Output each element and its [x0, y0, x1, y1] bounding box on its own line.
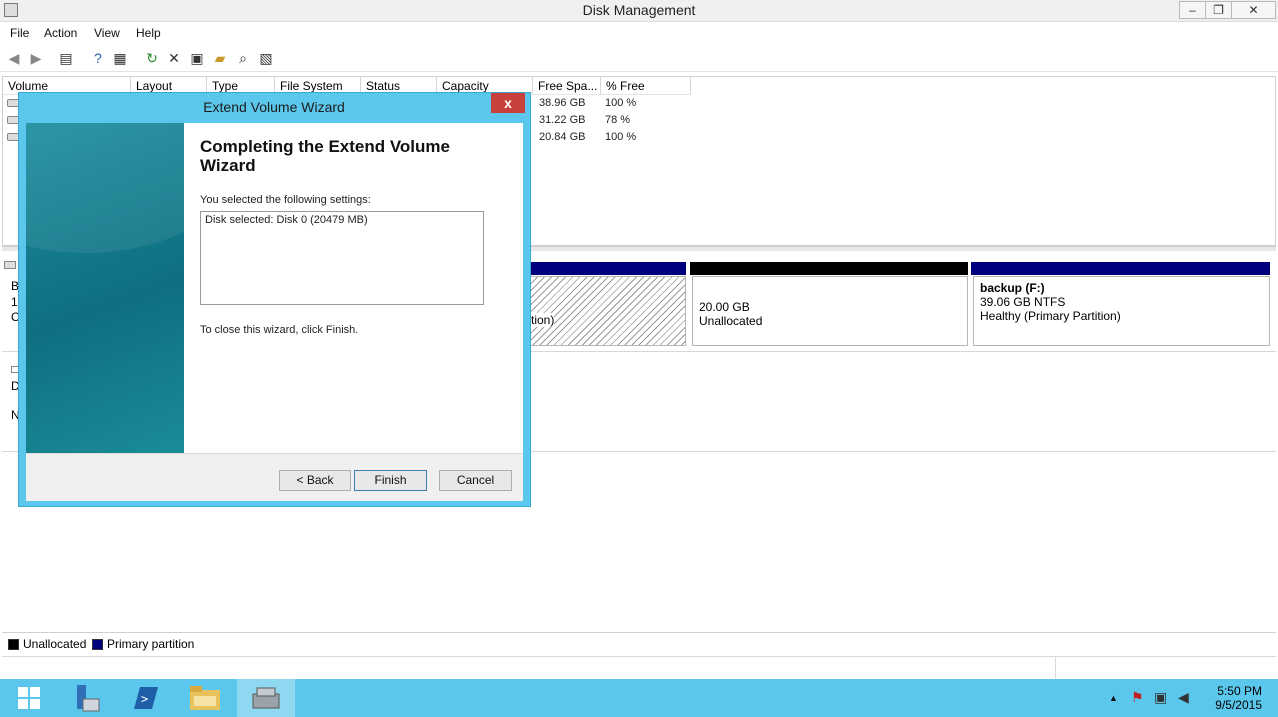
legend-primary-partition: Primary partition: [107, 637, 195, 651]
menu-action[interactable]: Action: [44, 26, 77, 40]
delete-icon[interactable]: ✕: [164, 48, 184, 68]
disk-management-taskbar-icon[interactable]: [237, 679, 295, 717]
extend-volume-wizard-dialog: Extend Volume Wizard x Completing the Ex…: [18, 92, 531, 507]
free-space-cell: 38.96 GB: [539, 97, 586, 109]
action-center-flag-icon[interactable]: ⚑: [1131, 689, 1144, 706]
column-header-percent-free[interactable]: % Free: [601, 77, 691, 95]
column-header-free-space[interactable]: Free Spa...: [533, 77, 601, 95]
percent-free-cell: 100 %: [605, 131, 637, 143]
banner-decoration: [26, 123, 184, 253]
backup-partition-status: Healthy (Primary Partition): [980, 309, 1121, 323]
partition-header-primary: [530, 262, 686, 275]
start-button[interactable]: [0, 679, 58, 717]
taskbar: > ▲ ⚑ ▣ ◀ 5:50 PM 9/5/2015: [0, 679, 1278, 717]
system-partition-selected[interactable]: tion): [530, 276, 686, 346]
clock[interactable]: 5:50 PM 9/5/2015: [1196, 684, 1262, 712]
open-folder-icon[interactable]: ▰: [210, 48, 230, 68]
unallocated-size: 20.00 GB: [699, 300, 750, 314]
menu-view[interactable]: View: [94, 26, 120, 40]
backup-partition[interactable]: backup (F:) 39.06 GB NTFS Healthy (Prima…: [973, 276, 1270, 346]
server-manager-icon[interactable]: [58, 679, 116, 717]
windows-logo-icon: [18, 687, 40, 709]
unallocated-swatch: [8, 639, 19, 650]
wizard-side-banner: [26, 123, 184, 453]
show-hidden-icons-icon[interactable]: ▲: [1109, 693, 1118, 703]
wizard-heading: Completing the Extend Volume Wizard: [200, 137, 450, 175]
percent-free-cell: 78 %: [605, 114, 631, 126]
disk-properties-icon[interactable]: ▣: [187, 48, 207, 68]
cancel-button[interactable]: Cancel: [439, 470, 512, 491]
restore-button[interactable]: ❐: [1205, 1, 1232, 19]
close-instruction: To close this wizard, click Finish.: [200, 324, 359, 336]
dialog-title: Extend Volume Wizard: [203, 99, 345, 115]
legend-unallocated: Unallocated: [23, 637, 87, 651]
primary-partition-swatch: [92, 639, 103, 650]
toolbar: ◀ ▶ ▤ ? ▦ ↻ ✕ ▣ ▰ ⌕ ▧: [0, 44, 1278, 72]
menu-file[interactable]: File: [10, 26, 29, 40]
file-explorer-icon[interactable]: [176, 679, 234, 717]
close-button[interactable]: ✕: [1231, 1, 1276, 19]
legend: Unallocated Primary partition: [2, 632, 1276, 654]
settings-summary-box[interactable]: Disk selected: Disk 0 (20479 MB): [200, 211, 484, 305]
window-title: Disk Management: [582, 2, 696, 18]
clock-date: 9/5/2015: [1215, 698, 1262, 712]
forward-arrow-icon[interactable]: ▶: [26, 48, 46, 68]
properties-icon[interactable]: ▦: [110, 48, 130, 68]
disk0-size: 1: [11, 295, 18, 309]
partition-header-unallocated: [690, 262, 968, 275]
rescan-icon[interactable]: ▧: [256, 48, 276, 68]
explore-icon[interactable]: ⌕: [233, 48, 253, 68]
minimize-button[interactable]: –: [1179, 1, 1206, 19]
finish-button[interactable]: Finish: [354, 470, 427, 491]
percent-free-cell: 100 %: [605, 97, 637, 109]
back-button[interactable]: < Back: [279, 470, 351, 491]
menu-bar: File Action View Help: [0, 22, 1278, 44]
disk-icon: [4, 261, 16, 269]
volume-muted-icon[interactable]: ◀: [1178, 689, 1189, 706]
settings-summary-text: Disk selected: Disk 0 (20479 MB): [205, 214, 368, 226]
backup-partition-size: 39.06 GB NTFS: [980, 295, 1066, 309]
dialog-close-button[interactable]: x: [491, 93, 525, 113]
status-bar: [2, 656, 1276, 679]
partition-status-text: tion): [531, 313, 555, 327]
powershell-icon[interactable]: >: [116, 679, 174, 717]
settings-label: You selected the following settings:: [200, 194, 371, 206]
svg-text:>: >: [141, 692, 148, 706]
menu-help[interactable]: Help: [136, 26, 161, 40]
back-arrow-icon[interactable]: ◀: [4, 48, 24, 68]
unallocated-partition[interactable]: 20.00 GB Unallocated: [692, 276, 968, 346]
window-title-bar: Disk Management – ❐ ✕: [0, 0, 1278, 22]
backup-partition-name: backup (F:): [980, 281, 1045, 295]
dialog-body: Completing the Extend Volume Wizard You …: [26, 123, 523, 453]
free-space-cell: 31.22 GB: [539, 114, 586, 126]
network-icon[interactable]: ▣: [1154, 689, 1167, 706]
partition-header-primary: [971, 262, 1270, 275]
dialog-footer: < Back Finish Cancel: [26, 453, 523, 501]
refresh-icon[interactable]: ↻: [142, 48, 162, 68]
free-space-cell: 20.84 GB: [539, 131, 586, 143]
unallocated-label: Unallocated: [699, 314, 763, 328]
status-divider: [1055, 657, 1056, 679]
console-tree-icon[interactable]: ▤: [56, 48, 76, 68]
clock-time: 5:50 PM: [1217, 684, 1262, 698]
help-icon[interactable]: ?: [88, 48, 108, 68]
